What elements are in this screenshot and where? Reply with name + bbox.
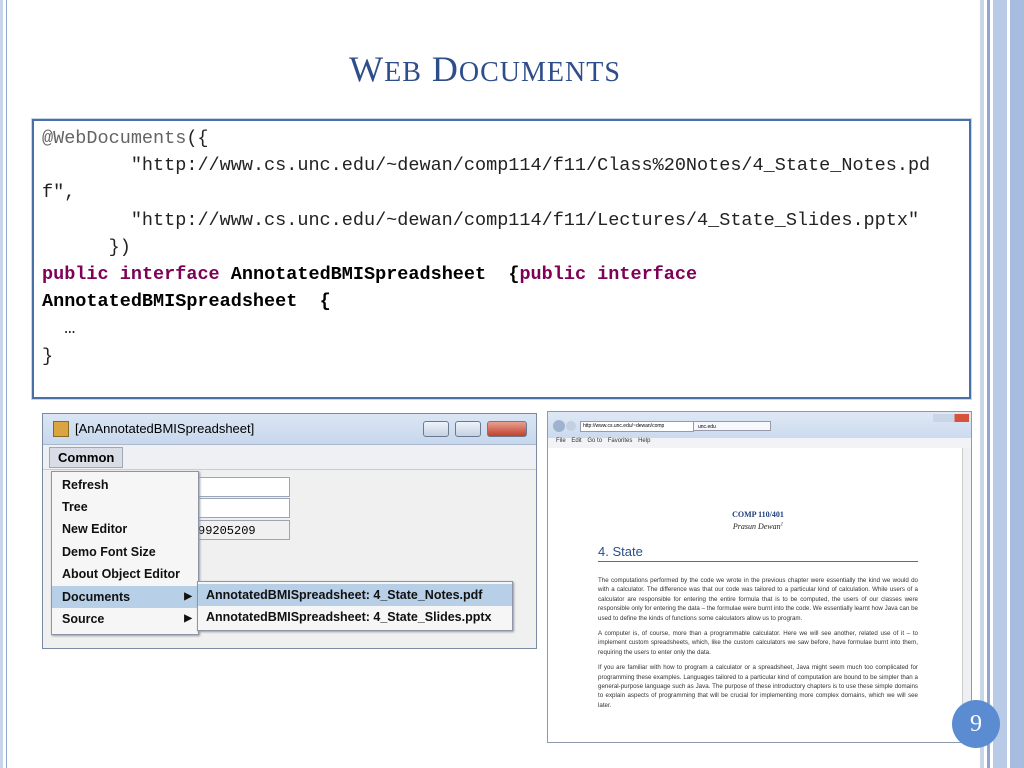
address-bar[interactable]: http://www.cs.unc.edu/~dewan/comp <box>580 421 694 432</box>
right-border-bar-4 <box>1010 0 1024 768</box>
java-app-icon <box>53 421 69 437</box>
code-url-1: "http://www.cs.unc.edu/~dewan/comp114/f1… <box>42 155 931 204</box>
doc-author-line: Prasun Dewan1 <box>598 522 918 531</box>
menu-item-source[interactable]: Source ▶ <box>52 608 198 630</box>
menu-bar: Common <box>43 445 536 470</box>
brace-2: { <box>319 291 331 313</box>
back-button[interactable] <box>553 420 565 432</box>
type-name-2: AnnotatedBMISpreadsheet <box>42 291 298 313</box>
menu-item-refresh[interactable]: Refresh <box>52 474 198 496</box>
code-comma: , <box>64 182 76 204</box>
documents-label: Documents <box>62 590 131 604</box>
window-titlebar[interactable]: [AnAnnotatedBMISpreadsheet] <box>43 414 536 445</box>
source-label: Source <box>62 612 105 626</box>
browser-window: http://www.cs.unc.edu/~dewan/comp unc.ed… <box>547 411 972 743</box>
submenu-arrow-icon: ▶ <box>184 613 192 624</box>
code-block: @WebDocuments({ "http://www.cs.unc.edu/~… <box>32 119 971 399</box>
window-title: [AnAnnotatedBMISpreadsheet] <box>75 421 255 436</box>
browser-menu-bar: File Edit Go to Favorites Help <box>548 438 971 448</box>
code-url-2: "http://www.cs.unc.edu/~dewan/comp114/f1… <box>130 209 920 231</box>
window-controls[interactable] <box>933 414 969 422</box>
doc-course: COMP 110/401 <box>732 510 784 519</box>
code-annotation: @WebDocuments <box>42 128 187 149</box>
menu-help[interactable]: Help <box>638 438 650 444</box>
code-close: }) <box>108 236 131 258</box>
right-border-bar-2 <box>987 0 990 768</box>
menu-common[interactable]: Common <box>49 447 124 468</box>
browser-scrollbar[interactable] <box>962 448 971 742</box>
browser-page: COMP 110/401 Prasun Dewan1 4. State The … <box>548 448 971 742</box>
page-number-badge: 9 <box>952 700 1000 748</box>
menu-item-about-object-editor[interactable]: About Object Editor <box>52 563 198 585</box>
title-d: D <box>431 49 459 89</box>
menu-item-tree[interactable]: Tree <box>52 496 198 518</box>
text-field-1[interactable] <box>193 477 290 497</box>
type-name-1: AnnotatedBMISpreadsheet <box>230 264 487 286</box>
right-border-bar-1 <box>980 0 984 768</box>
minimize-button[interactable] <box>423 421 449 437</box>
doc-paragraph-1: The computations performed by the code w… <box>598 577 918 622</box>
left-border-bar <box>0 0 3 768</box>
code-paren: ({ <box>186 128 209 149</box>
code-text: @WebDocuments({ "http://www.cs.unc.edu/~… <box>42 125 961 370</box>
doc-heading: 4. State <box>598 544 918 562</box>
menu-item-demo-font-size[interactable]: Demo Font Size <box>52 541 198 563</box>
text-field-2[interactable] <box>193 498 290 518</box>
submenu-item-notes-pdf[interactable]: AnnotatedBMISpreadsheet: 4_State_Notes.p… <box>198 584 512 606</box>
common-menu-popup: Refresh Tree New Editor Demo Font Size A… <box>51 471 199 635</box>
documents-submenu: AnnotatedBMISpreadsheet: 4_State_Notes.p… <box>197 581 513 631</box>
menu-file[interactable]: File <box>556 438 566 444</box>
title-eb: EB <box>384 57 422 88</box>
right-border-bar-3 <box>993 0 1007 768</box>
doc-author: Prasun Dewan <box>732 522 781 531</box>
doc-footnote-mark: 1 <box>780 522 784 528</box>
doc-paragraph-2: A computer is, of course, more than a pr… <box>598 630 918 656</box>
forward-button[interactable] <box>566 421 576 431</box>
brace-1: { <box>508 264 520 286</box>
maximize-button[interactable] <box>455 421 481 437</box>
left-border-line <box>6 0 7 768</box>
menu-goto[interactable]: Go to <box>587 438 602 444</box>
browser-toolbar: http://www.cs.unc.edu/~dewan/comp unc.ed… <box>548 412 971 438</box>
kw-public-2: public <box>519 264 587 286</box>
close-button[interactable] <box>487 421 527 437</box>
submenu-item-slides-pptx[interactable]: AnnotatedBMISpreadsheet: 4_State_Slides.… <box>198 606 512 628</box>
slide-title: WEB DOCUMENTS <box>0 48 970 90</box>
result-field: 99205209 <box>193 520 290 540</box>
code-ellipsis: … <box>64 318 76 340</box>
doc-paragraph-3: If you are familiar with how to program … <box>598 664 918 709</box>
menu-edit[interactable]: Edit <box>571 438 581 444</box>
kw-interface-1: interface <box>119 264 220 286</box>
menu-item-documents[interactable]: Documents ▶ <box>52 586 198 608</box>
menu-item-new-editor[interactable]: New Editor <box>52 518 198 540</box>
menu-favorites[interactable]: Favorites <box>608 438 633 444</box>
submenu-arrow-icon: ▶ <box>184 591 192 602</box>
kw-public-1: public <box>42 264 109 286</box>
title-ocuments: OCUMENTS <box>458 57 621 88</box>
swing-window: [AnAnnotatedBMISpreadsheet] Common 99205… <box>42 413 537 649</box>
code-end-brace: } <box>42 345 54 367</box>
doc-body: The computations performed by the code w… <box>598 576 918 716</box>
kw-interface-2: interface <box>597 264 698 286</box>
title-w: W <box>349 49 385 89</box>
browser-tab[interactable]: unc.edu <box>693 421 771 431</box>
